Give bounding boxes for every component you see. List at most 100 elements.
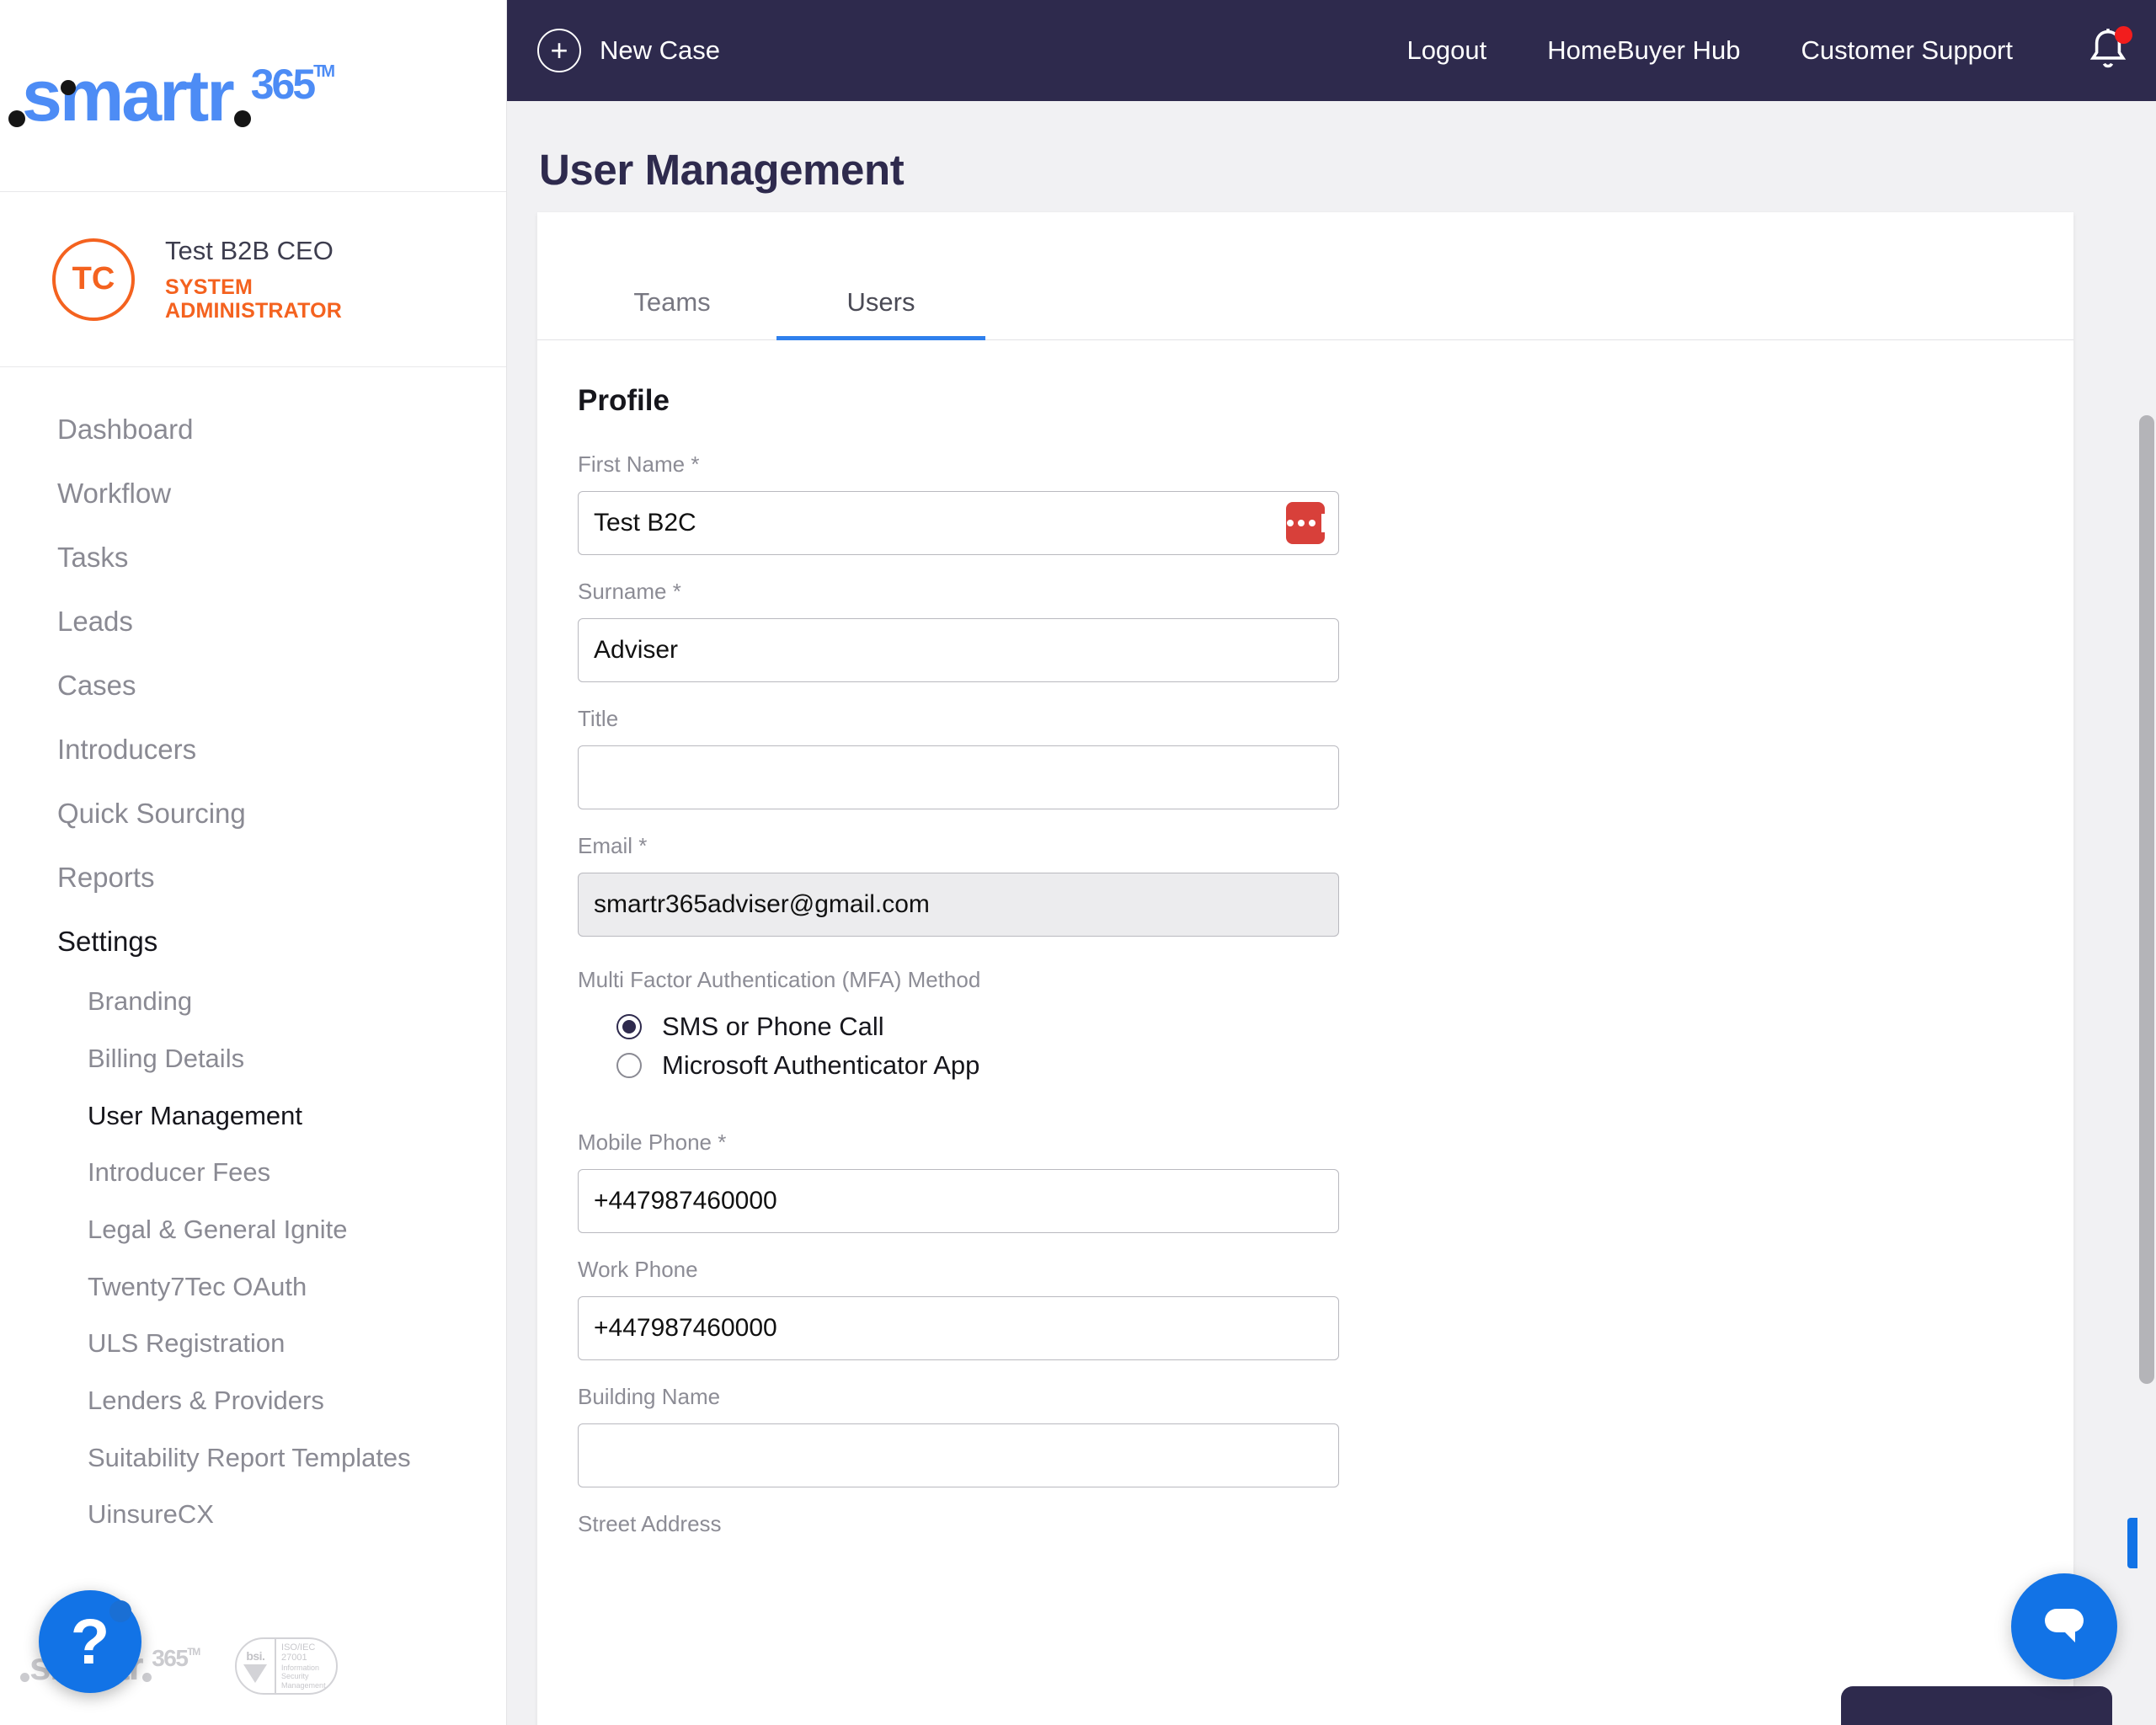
- main-content: + New Case Logout HomeBuyer Hub Customer…: [507, 0, 2156, 1725]
- mobile-phone-input[interactable]: +447987460000: [578, 1169, 1339, 1233]
- new-case-button[interactable]: + New Case: [537, 29, 720, 72]
- notifications-button[interactable]: [2085, 26, 2132, 75]
- sidebar-item-leads[interactable]: Leads: [0, 590, 506, 654]
- mobile-phone-value: +447987460000: [594, 1187, 777, 1215]
- sidebar: smartr 365 TM TC Test B2B CEO SYSTEM ADM…: [0, 0, 507, 1725]
- new-case-label: New Case: [600, 35, 720, 65]
- bottom-action-bar[interactable]: [1841, 1686, 2112, 1725]
- building-name-input[interactable]: [578, 1423, 1339, 1487]
- surname-input[interactable]: Adviser: [578, 618, 1339, 682]
- sidebar-item-legal-general-ignite[interactable]: Legal & General Ignite: [0, 1201, 506, 1258]
- page-scrollbar-thumb[interactable]: [2139, 415, 2154, 1384]
- logout-link[interactable]: Logout: [1406, 35, 1486, 66]
- sidebar-item-suitability-report-templates[interactable]: Suitability Report Templates: [0, 1429, 506, 1487]
- top-navigation-bar: + New Case Logout HomeBuyer Hub Customer…: [507, 0, 2156, 101]
- chat-button[interactable]: [2011, 1573, 2117, 1680]
- user-role-line1: SYSTEM: [165, 275, 253, 299]
- sidebar-item-reports[interactable]: Reports: [0, 846, 506, 910]
- radio-authenticator-icon: [616, 1053, 642, 1078]
- question-mark-icon: ?: [70, 1605, 110, 1678]
- iso-desc-line2: Management: [281, 1680, 326, 1690]
- logo-dot-over-i: [61, 79, 76, 95]
- label-street-address: Street Address: [578, 1511, 722, 1536]
- section-title-profile: Profile: [578, 384, 670, 417]
- customer-support-link[interactable]: Customer Support: [1801, 35, 2013, 66]
- sidebar-item-uinsurecx[interactable]: UinsureCX: [0, 1486, 506, 1543]
- logo-grey-365: 365: [152, 1645, 189, 1671]
- lastpass-icon[interactable]: [1286, 502, 1325, 544]
- mfa-option-authenticator[interactable]: Microsoft Authenticator App: [578, 1050, 2073, 1081]
- tab-bar: Teams Users: [537, 212, 2073, 340]
- logo-365: 365: [250, 60, 316, 108]
- sidebar-item-uls-registration[interactable]: ULS Registration: [0, 1315, 506, 1372]
- label-work-phone: Work Phone: [578, 1257, 698, 1282]
- logo-grey-dot-trailing: [142, 1673, 152, 1682]
- logo-wordmark: smartr: [22, 55, 235, 136]
- logo-grey-tm: TM: [187, 1646, 200, 1658]
- label-title: Title: [578, 706, 619, 731]
- app-root: smartr 365 TM TC Test B2B CEO SYSTEM ADM…: [0, 0, 2156, 1725]
- title-input[interactable]: [578, 745, 1339, 809]
- user-role: SYSTEM ADMINISTRATOR: [165, 275, 342, 323]
- sidebar-item-workflow[interactable]: Workflow: [0, 462, 506, 526]
- mfa-option-sms-label: SMS or Phone Call: [662, 1012, 884, 1041]
- iso-standard: ISO/IEC: [281, 1642, 316, 1653]
- label-first-name: First Name *: [578, 451, 700, 477]
- label-mfa-method: Multi Factor Authentication (MFA) Method: [578, 967, 981, 992]
- plus-icon: +: [537, 29, 581, 72]
- primary-navigation: Dashboard Workflow Tasks Leads Cases Int…: [0, 367, 506, 1543]
- sidebar-item-tasks[interactable]: Tasks: [0, 526, 506, 590]
- user-profile-summary[interactable]: TC Test B2B CEO SYSTEM ADMINISTRATOR: [0, 192, 506, 367]
- sidebar-item-user-management[interactable]: User Management: [0, 1087, 506, 1145]
- first-name-input[interactable]: Test B2C: [578, 491, 1339, 555]
- surname-value: Adviser: [594, 636, 679, 664]
- sidebar-item-dashboard[interactable]: Dashboard: [0, 398, 506, 462]
- sidebar-item-quick-sourcing[interactable]: Quick Sourcing: [0, 782, 506, 846]
- first-name-value: Test B2C: [594, 509, 696, 537]
- sidebar-item-cases[interactable]: Cases: [0, 654, 506, 718]
- sidebar-item-lenders-providers[interactable]: Lenders & Providers: [0, 1372, 506, 1429]
- lastpass-dot-1: [1286, 520, 1294, 526]
- page-title: User Management: [539, 146, 905, 194]
- label-email: Email *: [578, 833, 648, 858]
- bsi-triangle-icon: [243, 1664, 268, 1683]
- chat-bubble-icon: [2045, 1609, 2084, 1642]
- smartr365-logo: smartr 365 TM: [8, 55, 335, 136]
- lastpass-dot-2: [1297, 520, 1305, 526]
- sidebar-item-introducers[interactable]: Introducers: [0, 718, 506, 782]
- iso-desc-line1: Information Security: [281, 1664, 320, 1681]
- radio-sms-icon: [616, 1014, 642, 1039]
- field-surname: Surname * Adviser: [578, 579, 2073, 682]
- help-badge-dot: [109, 1600, 131, 1622]
- sidebar-item-billing-details[interactable]: Billing Details: [0, 1030, 506, 1087]
- field-mobile-phone: Mobile Phone * +447987460000: [578, 1130, 2073, 1233]
- tab-teams[interactable]: Teams: [568, 287, 776, 339]
- lastpass-cursor: [1321, 514, 1325, 532]
- mfa-option-sms[interactable]: SMS or Phone Call: [578, 1012, 2073, 1042]
- sidebar-item-branding[interactable]: Branding: [0, 973, 506, 1030]
- avatar: TC: [52, 238, 135, 321]
- sidebar-item-twenty7tec-oauth[interactable]: Twenty7Tec OAuth: [0, 1258, 506, 1316]
- user-role-line2: ADMINISTRATOR: [165, 299, 342, 323]
- email-value: smartr365adviser@gmail.com: [594, 890, 930, 918]
- logo-dot-trailing: [233, 109, 251, 127]
- field-building-name: Building Name: [578, 1384, 2073, 1487]
- bsi-label: bsi.: [246, 1649, 265, 1663]
- iso-27001-badge: bsi. ISO/IEC 27001 Information Security …: [234, 1637, 338, 1695]
- sidebar-item-introducer-fees[interactable]: Introducer Fees: [0, 1144, 506, 1201]
- field-title: Title: [578, 706, 2073, 809]
- brand-logo[interactable]: smartr 365 TM: [0, 0, 506, 192]
- field-email: Email * smartr365adviser@gmail.com: [578, 833, 2073, 937]
- mfa-option-authenticator-label: Microsoft Authenticator App: [662, 1050, 980, 1080]
- tab-users[interactable]: Users: [776, 287, 985, 340]
- topbar-links: Logout HomeBuyer Hub Customer Support: [1406, 26, 2132, 75]
- label-mobile-phone: Mobile Phone *: [578, 1130, 727, 1155]
- help-button[interactable]: ?: [39, 1590, 141, 1693]
- work-phone-input[interactable]: +447987460000: [578, 1296, 1339, 1360]
- iso-text: ISO/IEC 27001 Information Security Manag…: [276, 1642, 336, 1690]
- sidebar-item-settings[interactable]: Settings: [0, 910, 506, 974]
- label-building-name: Building Name: [578, 1384, 721, 1409]
- page-scrollbar-track[interactable]: [2137, 206, 2156, 1725]
- notification-badge: [2115, 26, 2132, 44]
- homebuyer-hub-link[interactable]: HomeBuyer Hub: [1547, 35, 1740, 66]
